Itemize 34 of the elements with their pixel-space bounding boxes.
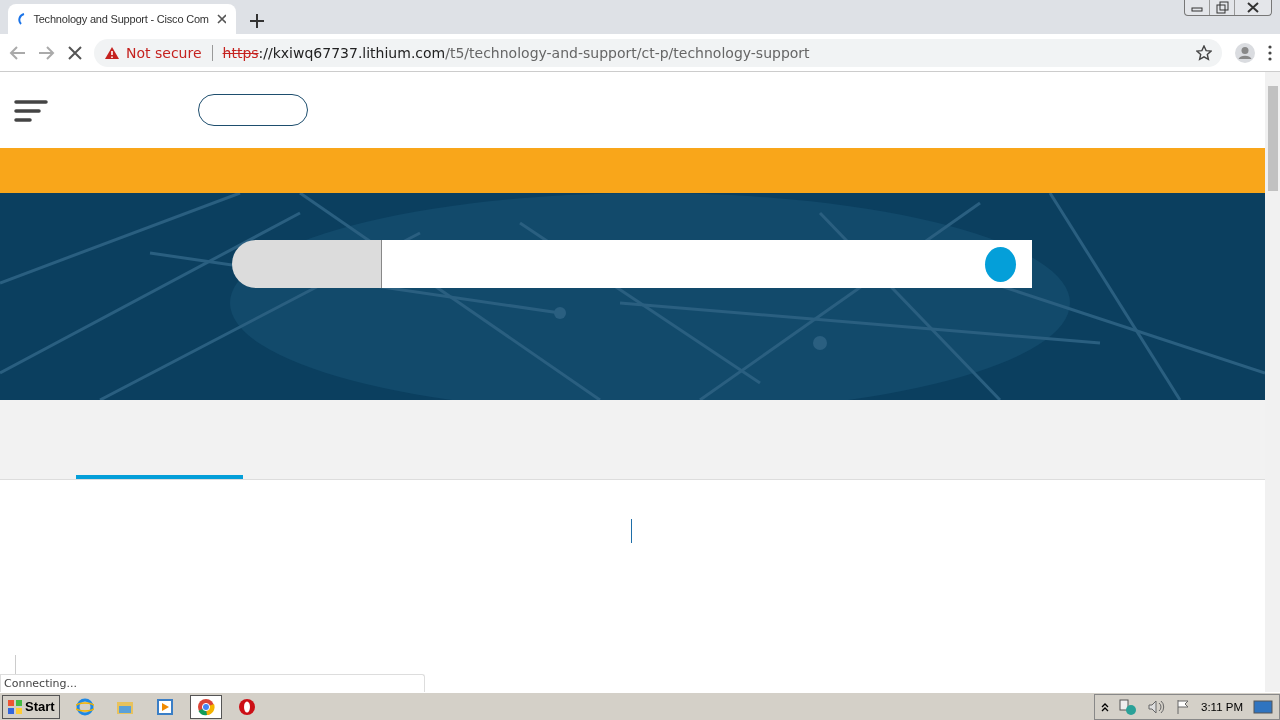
loading-icon (18, 13, 26, 25)
play-icon[interactable] (155, 697, 174, 716)
scrollbar[interactable] (1265, 72, 1280, 692)
star-icon[interactable] (1196, 44, 1212, 61)
text-cursor (631, 519, 632, 543)
stop-icon[interactable] (68, 45, 82, 60)
opera-icon[interactable] (237, 697, 256, 716)
search-field[interactable] (382, 240, 1032, 288)
forward-icon[interactable] (38, 44, 56, 61)
globe-icon[interactable] (75, 697, 94, 716)
menu-icon[interactable] (1268, 44, 1272, 61)
speaker-icon[interactable] (1147, 698, 1165, 715)
desktop-icon[interactable] (1253, 698, 1273, 715)
status-text: Connecting... (0, 674, 425, 692)
browser-tab[interactable]: Technology and Support - Cisco Com (8, 4, 236, 34)
security-label: Not secure (126, 44, 202, 61)
close-icon[interactable] (216, 14, 226, 24)
menu-icon[interactable] (14, 98, 48, 122)
start-button[interactable]: Start (2, 694, 60, 719)
chevron-icon[interactable] (1101, 701, 1109, 712)
tab-title: Technology and Support - Cisco Com (33, 13, 209, 25)
clock[interactable]: 3:11 PM (1201, 700, 1243, 713)
flag-icon[interactable] (1175, 698, 1191, 715)
profile-icon[interactable] (1234, 41, 1256, 64)
windows-logo-icon (7, 698, 23, 715)
warning-icon (104, 45, 120, 60)
plus-icon[interactable] (250, 14, 264, 28)
search-button[interactable] (985, 246, 1016, 282)
chrome-icon[interactable] (196, 697, 215, 716)
search-scope-dropdown[interactable] (232, 240, 382, 288)
address-bar[interactable]: Not secure https://kxiwq67737.lithium.com/t5/technology-and-support/ct-p/technology-support (94, 38, 1222, 67)
url-text: https://kxiwq67737.lithium.com/t5/technology-and-support/ct-p/technology-support (222, 44, 811, 61)
network-icon[interactable] (1119, 698, 1137, 715)
back-icon[interactable] (8, 44, 26, 61)
